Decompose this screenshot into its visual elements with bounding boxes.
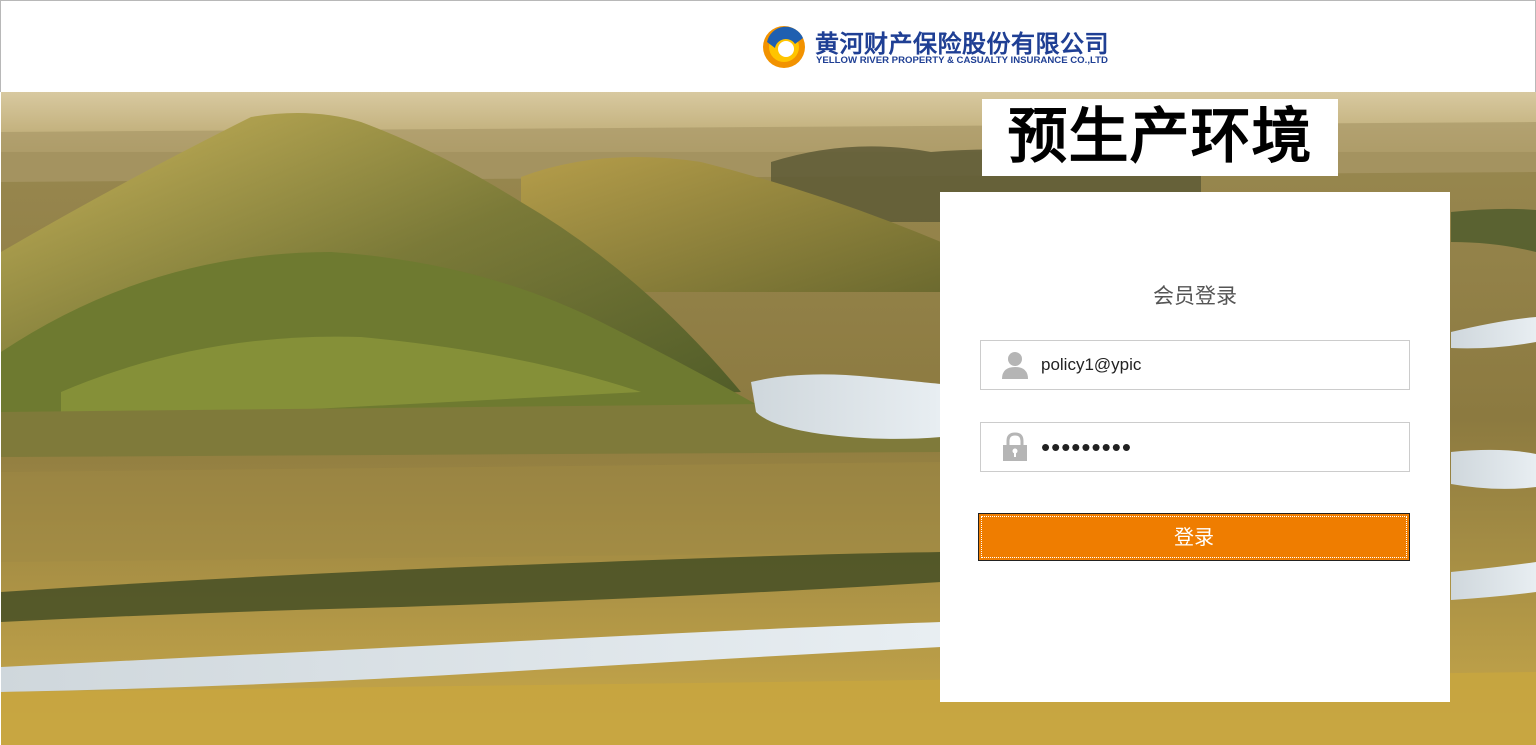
login-title: 会员登录 [1153,284,1237,308]
password-field[interactable]: ••••••••• [980,422,1410,472]
company-name-cn: 黄河财产保险股份有限公司 [815,30,1109,58]
company-name-en: YELLOW RIVER PROPERTY & CASUALTY INSURAN… [816,55,1108,66]
username-field[interactable]: policy1@ypic [980,340,1410,390]
login-button[interactable]: 登录 [978,513,1410,561]
lock-icon [1003,432,1027,461]
company-logo[interactable]: 黄河财产保险股份有限公司 YELLOW RIVER PROPERTY & CAS… [761,21,1161,71]
user-icon [1002,352,1028,379]
username-value: policy1@ypic [1041,355,1142,374]
environment-banner: 预生产环境 [982,99,1338,176]
login-panel: 会员登录 policy1@ypic ••••••••• 登录 [940,192,1450,702]
password-value: ••••••••• [1041,432,1132,462]
header-bar: 黄河财产保险股份有限公司 YELLOW RIVER PROPERTY & CAS… [0,0,1536,92]
company-logo-mark-icon [763,26,805,68]
